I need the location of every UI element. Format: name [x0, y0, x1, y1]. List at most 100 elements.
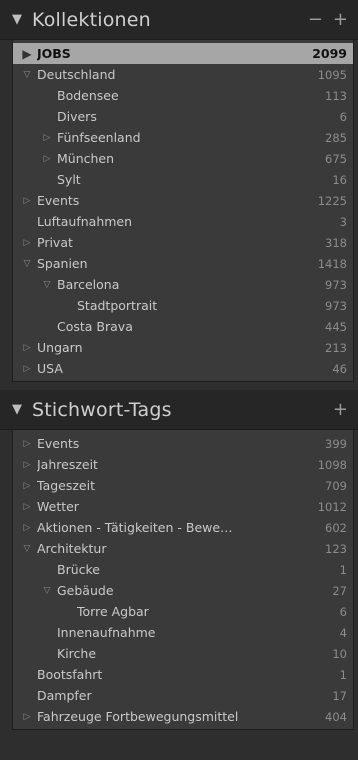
row-count: 404	[325, 709, 347, 724]
row-count: 1098	[317, 457, 347, 472]
row-count: 399	[325, 436, 347, 451]
expanded-triangle-icon[interactable]: ▽	[17, 544, 37, 554]
collapsed-triangle-icon[interactable]: ▷	[17, 364, 37, 374]
collapse-triangle-icon[interactable]: ▼	[12, 12, 32, 27]
row-count: 2099	[312, 46, 347, 61]
row-count: 1095	[317, 67, 347, 82]
keyword-row[interactable]: ▷ Wetter 1012	[13, 496, 353, 517]
collection-row[interactable]: ▶ JOBS 2099	[13, 43, 353, 64]
row-label: München	[57, 151, 115, 166]
expanded-triangle-icon[interactable]: ▽	[17, 70, 37, 80]
collapsed-triangle-icon[interactable]: ▷	[17, 439, 37, 449]
collection-row[interactable]: ▷ Fünfseenland 285	[13, 127, 353, 148]
keywords-header[interactable]: ▼ Stichwort-Tags +	[0, 390, 358, 430]
keyword-row[interactable]: ▷ Aktionen - Tätigkeiten - Bewe… 602	[13, 517, 353, 538]
collections-header[interactable]: ▼ Kollektionen − +	[0, 0, 358, 40]
row-label: Wetter	[37, 499, 79, 514]
keyword-row[interactable]: Torre Agbar 6	[13, 601, 353, 622]
collection-row[interactable]: ▷ Privat 318	[13, 232, 353, 253]
collapsed-triangle-icon[interactable]: ▷	[17, 712, 37, 722]
row-count: 113	[325, 88, 347, 103]
row-count: 1418	[317, 256, 347, 271]
expanded-triangle-icon[interactable]: ▽	[17, 259, 37, 269]
collection-row[interactable]: ▷ Ungarn 213	[13, 337, 353, 358]
panel-divider	[0, 382, 358, 390]
collapsed-triangle-icon[interactable]: ▷	[17, 196, 37, 206]
row-label: Stadtportrait	[77, 298, 158, 313]
collapse-triangle-icon[interactable]: ▼	[12, 402, 32, 417]
row-label: Sylt	[57, 172, 81, 187]
row-label: Aktionen - Tätigkeiten - Bewe…	[37, 520, 233, 535]
add-keyword-button[interactable]: +	[333, 399, 348, 420]
collapsed-triangle-icon[interactable]: ▷	[37, 154, 57, 164]
row-label: Events	[37, 193, 80, 208]
collapsed-triangle-icon[interactable]: ▷	[17, 523, 37, 533]
expanded-triangle-icon[interactable]: ▽	[37, 280, 57, 290]
keyword-row[interactable]: ▷ Fahrzeuge Fortbewegungsmittel 404	[13, 706, 353, 727]
collection-row[interactable]: ▽ Spanien 1418	[13, 253, 353, 274]
keyword-row[interactable]: ▷ Jahreszeit 1098	[13, 454, 353, 475]
row-count: 27	[332, 583, 347, 598]
keyword-row[interactable]: Innenaufnahme 4	[13, 622, 353, 643]
row-label: Architektur	[37, 541, 107, 556]
remove-collection-button[interactable]: −	[308, 9, 323, 30]
row-count: 213	[325, 340, 347, 355]
keyword-row[interactable]: Brücke 1	[13, 559, 353, 580]
collection-row[interactable]: Bodensee 113	[13, 85, 353, 106]
row-label: Events	[37, 436, 80, 451]
add-collection-button[interactable]: +	[333, 9, 348, 30]
row-label: Spanien	[37, 256, 88, 271]
row-count: 16	[332, 172, 347, 187]
collection-row[interactable]: ▷ Events 1225	[13, 190, 353, 211]
keyword-row[interactable]: Bootsfahrt 1	[13, 664, 353, 685]
collapsed-triangle-icon[interactable]: ▷	[17, 460, 37, 470]
row-label: Jahreszeit	[37, 457, 98, 472]
row-count: 4	[339, 625, 347, 640]
collapsed-triangle-icon[interactable]: ▷	[37, 133, 57, 143]
collapsed-triangle-icon[interactable]: ▷	[17, 343, 37, 353]
row-label: Costa Brava	[57, 319, 133, 334]
collection-row[interactable]: Divers 6	[13, 106, 353, 127]
collection-row[interactable]: Luftaufnahmen 3	[13, 211, 353, 232]
row-count: 1225	[317, 193, 347, 208]
row-count: 285	[325, 130, 347, 145]
collection-row[interactable]: ▽ Deutschland 1095	[13, 64, 353, 85]
collection-row[interactable]: ▷ USA 46	[13, 358, 353, 379]
keyword-row[interactable]: ▷ Events 399	[13, 433, 353, 454]
row-count: 675	[325, 151, 347, 166]
row-count: 973	[325, 277, 347, 292]
keyword-row[interactable]: Kirche 10	[13, 643, 353, 664]
play-triangle-icon[interactable]: ▶	[17, 47, 37, 61]
collapsed-triangle-icon[interactable]: ▷	[17, 502, 37, 512]
collection-row[interactable]: ▷ München 675	[13, 148, 353, 169]
collapsed-triangle-icon[interactable]: ▷	[17, 238, 37, 248]
row-label: Fahrzeuge Fortbewegungsmittel	[37, 709, 239, 724]
row-count: 6	[339, 604, 347, 619]
row-label: Fünfseenland	[57, 130, 141, 145]
collapsed-triangle-icon[interactable]: ▷	[17, 481, 37, 491]
row-count: 318	[325, 235, 347, 250]
row-label: Torre Agbar	[77, 604, 149, 619]
row-count: 46	[332, 361, 347, 376]
row-count: 3	[339, 214, 347, 229]
collections-list: ▶ JOBS 2099 ▽ Deutschland 1095 Bodensee 113 Dive…	[12, 40, 354, 382]
row-count: 1	[339, 667, 347, 682]
collection-row[interactable]: Stadtportrait 973	[13, 295, 353, 316]
keywords-panel: ▼ Stichwort-Tags + ▷ Events 399 ▷ Jahreszeit…	[0, 390, 358, 730]
row-label: Privat	[37, 235, 73, 250]
row-count: 445	[325, 319, 347, 334]
keyword-row[interactable]: ▽ Gebäude 27	[13, 580, 353, 601]
row-count: 709	[325, 478, 347, 493]
collection-row[interactable]: Sylt 16	[13, 169, 353, 190]
row-label: Ungarn	[37, 340, 83, 355]
row-count: 10	[332, 646, 347, 661]
collection-row[interactable]: ▽ Barcelona 973	[13, 274, 353, 295]
collection-row[interactable]: Costa Brava 445	[13, 316, 353, 337]
keyword-row[interactable]: ▷ Tageszeit 709	[13, 475, 353, 496]
row-count: 1	[339, 562, 347, 577]
row-count: 1012	[317, 499, 347, 514]
expanded-triangle-icon[interactable]: ▽	[37, 586, 57, 596]
keyword-row[interactable]: Dampfer 17	[13, 685, 353, 706]
keywords-list: ▷ Events 399 ▷ Jahreszeit 1098 ▷ Tageszeit 709 ▷ W…	[12, 430, 354, 730]
keyword-row[interactable]: ▽ Architektur 123	[13, 538, 353, 559]
